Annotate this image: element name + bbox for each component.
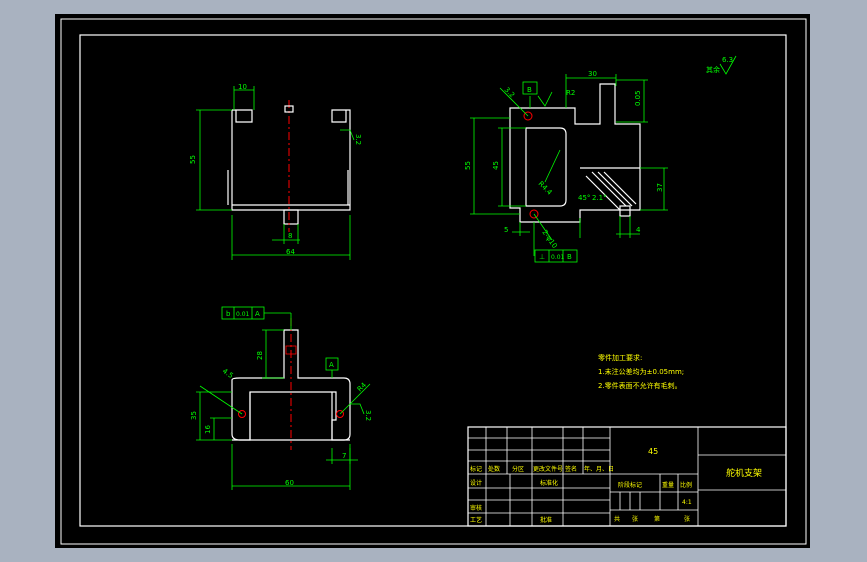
title-material: 45 bbox=[648, 447, 658, 456]
title-sheet-unit: 张 bbox=[632, 515, 638, 523]
front-dim-center: 8 bbox=[288, 232, 292, 240]
title-hdr-zone: 分区 bbox=[512, 465, 524, 473]
side-dim-height: 55 bbox=[464, 161, 472, 170]
top-dim-small: 7 bbox=[342, 452, 346, 460]
side-dim-r: 4 bbox=[636, 226, 641, 234]
drawing-sheet[interactable] bbox=[55, 14, 810, 548]
top-dim-stub: 28 bbox=[256, 351, 264, 360]
title-part-name: 舵机支架 bbox=[726, 467, 762, 479]
title-process: 工艺 bbox=[470, 516, 482, 524]
title-sheet-no: 第 bbox=[654, 515, 660, 523]
title-sheet-total: 共 bbox=[614, 515, 620, 523]
side-tol-symbol: ⊥ bbox=[539, 253, 545, 261]
title-hdr-date: 年、月、日 bbox=[584, 465, 614, 473]
side-dim-bottom: 5 bbox=[504, 226, 508, 234]
top-tol-value: 0.01 bbox=[236, 311, 250, 318]
front-roughness: 3.2 bbox=[354, 134, 362, 145]
surface-note-value: 6.3 bbox=[722, 56, 733, 64]
side-angle-1: 45° bbox=[578, 194, 590, 202]
surface-note-label: 其余 bbox=[706, 65, 720, 74]
side-dim-right: 37 bbox=[656, 183, 664, 192]
side-dim-top-width: 30 bbox=[588, 70, 597, 78]
title-hdr-mark: 标记 bbox=[470, 465, 482, 473]
front-dim-height: 55 bbox=[189, 155, 197, 164]
title-hdr-sign: 签名 bbox=[565, 465, 577, 473]
tech-notes-line-1: 1.未注公差均为±0.05mm; bbox=[598, 367, 684, 376]
top-dim-height: 35 bbox=[190, 411, 198, 420]
title-review: 审核 bbox=[470, 504, 482, 512]
title-hdr-change-doc: 更改文件号 bbox=[533, 465, 563, 473]
side-tol-datum: B bbox=[567, 253, 572, 261]
top-dim-lower: 16 bbox=[204, 425, 212, 434]
title-hdr-count: 处数 bbox=[488, 465, 500, 473]
top-tol-datum: A bbox=[255, 310, 260, 318]
side-angle-2: 2.1° bbox=[592, 194, 607, 202]
side-tol-value: 0.01 bbox=[551, 254, 565, 261]
top-dim-width: 60 bbox=[285, 479, 294, 487]
top-tol-symbol: b bbox=[226, 310, 231, 318]
title-stage-label: 阶段标记 bbox=[618, 481, 642, 489]
side-radius-label: R2 bbox=[566, 89, 575, 97]
top-roughness: 3.2 bbox=[364, 410, 372, 421]
title-scale: 比例 bbox=[680, 481, 692, 489]
title-scale-value: 4:1 bbox=[682, 499, 692, 506]
front-dim-top: 10 bbox=[238, 83, 247, 91]
side-datum-top: B bbox=[527, 86, 532, 94]
title-standardize: 标准化 bbox=[540, 479, 558, 487]
cad-drawing-canvas: 10 55 64 8 3.2 B 30 0.05 55 45 37 5 4 R2… bbox=[0, 0, 867, 562]
side-dim-inner: 45 bbox=[492, 161, 500, 170]
title-weight: 重量 bbox=[662, 481, 674, 489]
title-approve: 批准 bbox=[540, 516, 552, 524]
tech-notes-title: 零件加工要求: bbox=[598, 353, 642, 362]
title-sheet-unit2: 张 bbox=[684, 515, 690, 523]
front-dim-width: 64 bbox=[286, 248, 295, 256]
top-datum: A bbox=[329, 361, 334, 369]
tech-notes-line-2: 2.零件表面不允许有毛刺。 bbox=[598, 381, 682, 390]
title-design: 设计 bbox=[470, 479, 482, 487]
side-dim-top-tol: 0.05 bbox=[634, 90, 642, 106]
